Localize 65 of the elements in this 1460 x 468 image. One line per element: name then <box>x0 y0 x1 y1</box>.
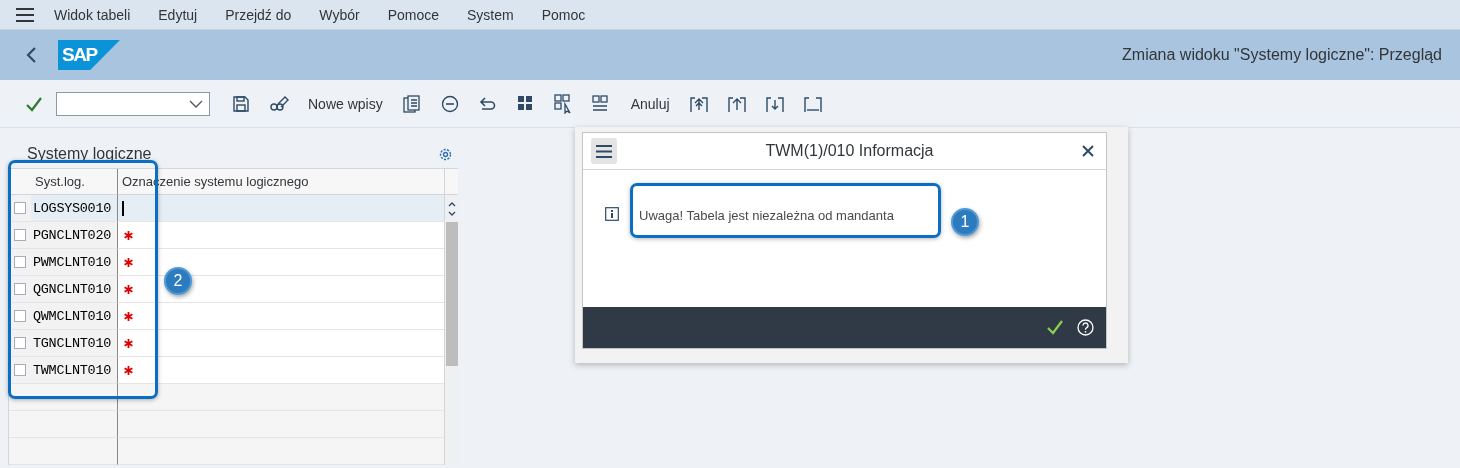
checkmark-icon <box>25 95 43 112</box>
settings-icon[interactable] <box>439 147 452 161</box>
table-cell: LOGSYS0010 <box>31 195 118 222</box>
text-cursor <box>122 200 124 216</box>
table-cell: PGNCLNT020 <box>31 222 118 249</box>
page-title: Zmiana widoku "Systemy logiczne": Przegląd <box>1122 46 1442 64</box>
page-first-icon <box>689 94 708 113</box>
logo: SAP <box>58 40 120 70</box>
grid-icon <box>516 94 535 113</box>
copy-icon <box>402 94 421 113</box>
message-text: Uwaga! Tabela jest niezależna od mandanta <box>638 207 894 225</box>
page-last-icon <box>803 94 822 113</box>
menu-icon <box>596 144 612 158</box>
table-cell: PWMCLNT010 <box>31 249 118 276</box>
menu-item[interactable]: Przejdź do <box>211 6 306 23</box>
table-cell: TGNCLNT010 <box>31 330 118 357</box>
new-entries-button[interactable]: Nowe wpisy <box>298 87 393 120</box>
table-cell: QGNCLNT010 <box>31 276 118 303</box>
menu-item[interactable]: Pomoc <box>527 6 600 23</box>
column-header[interactable]: Syst.log. <box>31 169 118 195</box>
menu-item[interactable]: Edytuj <box>144 6 212 23</box>
info-icon <box>605 207 619 221</box>
table-cell <box>9 438 31 465</box>
menu-button[interactable] <box>591 138 617 164</box>
scrollbar[interactable] <box>444 169 458 465</box>
menu-item[interactable]: Wybór <box>305 6 374 23</box>
caret-icon[interactable] <box>189 99 203 108</box>
input-field[interactable] <box>118 195 444 222</box>
confirm-button[interactable] <box>1047 320 1063 335</box>
row-selector-header[interactable] <box>9 169 31 195</box>
row-checkbox[interactable] <box>14 202 26 214</box>
row-selector[interactable] <box>9 303 31 330</box>
row-selector[interactable] <box>9 357 31 384</box>
minus-circle-icon <box>440 94 459 113</box>
table-cell <box>9 411 31 438</box>
page-up-icon <box>727 94 746 113</box>
table-title: Systemy logiczne <box>27 145 152 163</box>
back-icon[interactable] <box>24 46 38 64</box>
row-selector[interactable] <box>9 195 31 222</box>
menu-icon[interactable] <box>16 6 36 23</box>
menu-item[interactable]: Pomoce <box>373 6 454 23</box>
save-icon <box>233 95 249 112</box>
row-checkbox[interactable] <box>14 229 26 241</box>
menu-item[interactable]: System <box>453 6 528 23</box>
table-cell: TWMCLNT010 <box>31 357 118 384</box>
row-selector[interactable] <box>9 249 31 276</box>
row-checkbox[interactable] <box>14 364 26 376</box>
page-down-icon <box>765 94 784 113</box>
menu-item[interactable]: Widok tabeli <box>40 6 145 23</box>
row-checkbox[interactable] <box>14 310 26 322</box>
close-button[interactable] <box>1082 145 1094 157</box>
scrollbar-thumb[interactable] <box>446 222 458 366</box>
row-checkbox[interactable] <box>14 337 26 349</box>
row-selector[interactable] <box>9 276 31 303</box>
row-checkbox[interactable] <box>14 256 26 268</box>
cancel-button[interactable]: Anuluj <box>620 87 680 120</box>
undo-icon <box>478 95 497 112</box>
glasses-pencil-icon <box>269 94 289 113</box>
dialog-title: TWM(1)/010 Informacja <box>764 142 935 160</box>
command-field[interactable] <box>56 91 210 116</box>
row-checkbox[interactable] <box>14 283 26 295</box>
help-button[interactable] <box>1077 319 1094 336</box>
table-cell: QWMCLNT010 <box>31 303 118 330</box>
row-selector[interactable] <box>9 330 31 357</box>
row-selector[interactable] <box>9 222 31 249</box>
